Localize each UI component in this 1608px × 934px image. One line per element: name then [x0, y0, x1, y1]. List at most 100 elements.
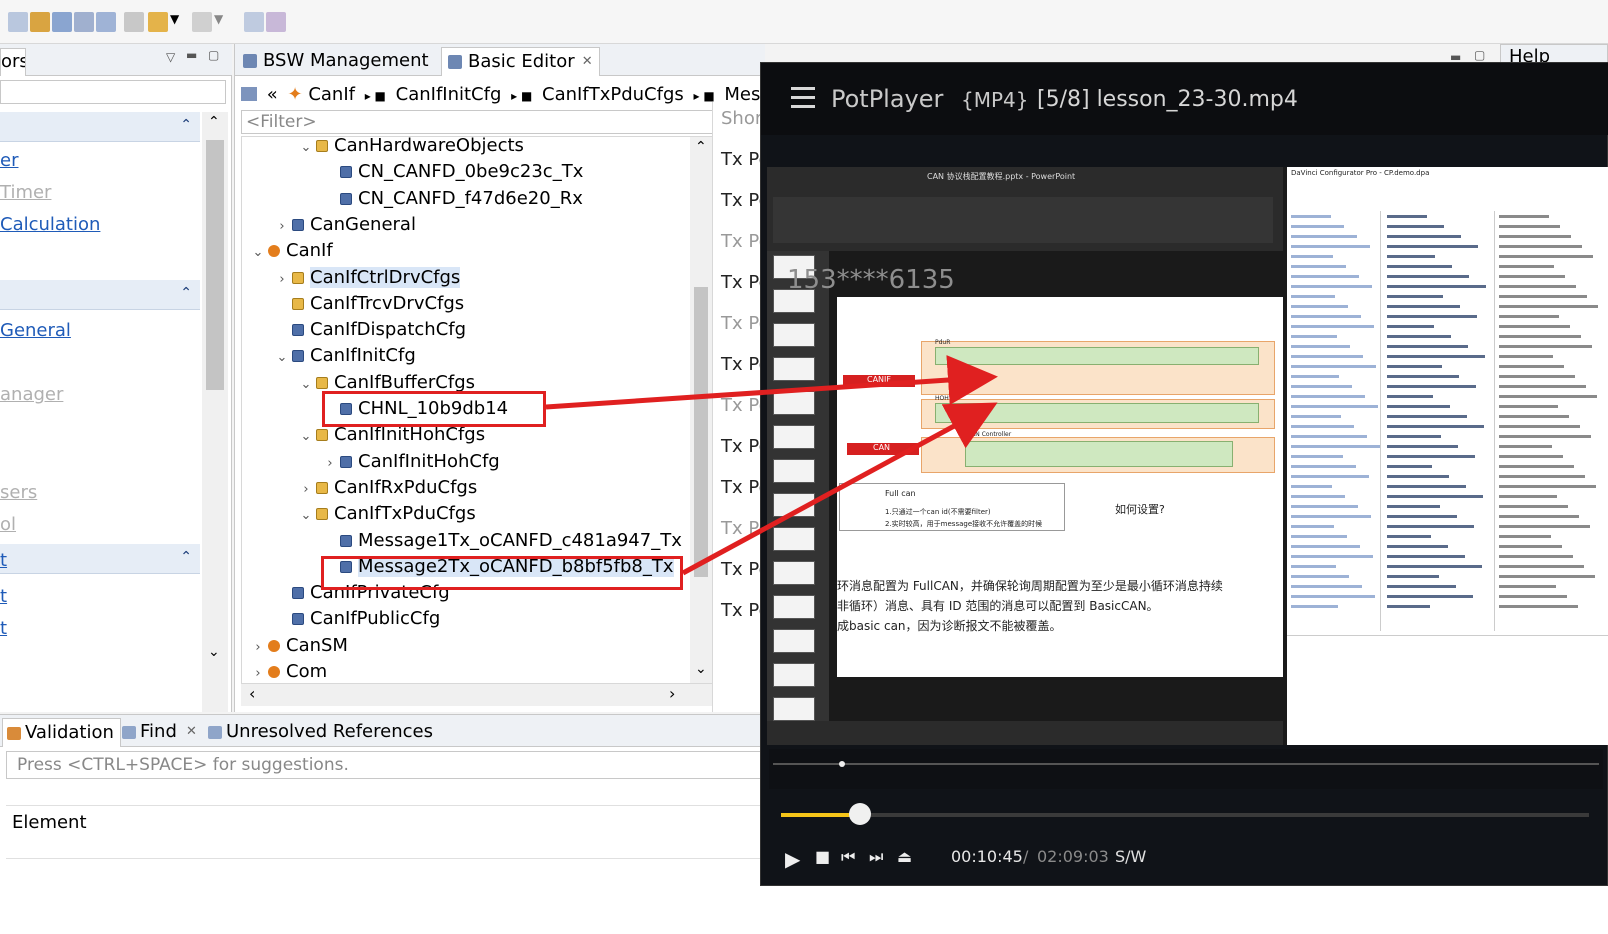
close-icon[interactable]: ✕: [582, 48, 593, 76]
slide-thumbnail[interactable]: [773, 629, 815, 653]
tree-node[interactable]: › CanGeneral: [272, 212, 416, 238]
tree-scrollbar[interactable]: ⌃ ⌄: [690, 137, 712, 683]
tree-filter-input[interactable]: <Filter>: [241, 110, 713, 134]
left-link[interactable]: sers: [0, 482, 37, 503]
close-icon[interactable]: ✕: [186, 718, 197, 746]
previous-icon[interactable]: ⏮: [841, 847, 855, 867]
menu-icon[interactable]: [791, 87, 815, 109]
format-icon[interactable]: [266, 12, 286, 32]
section-header[interactable]: ⌃: [0, 544, 200, 574]
left-scroll-thumb[interactable]: [206, 140, 224, 390]
minimize-icon[interactable]: ▬: [186, 48, 197, 62]
collapse-icon[interactable]: ›: [296, 477, 316, 503]
tab-validation[interactable]: Validation: [2, 718, 121, 747]
tree-node[interactable]: ⌄ CanIfInitCfg: [272, 343, 416, 369]
expand-icon[interactable]: ⌄: [272, 345, 292, 371]
save-icon[interactable]: [30, 12, 50, 32]
tree-node[interactable]: › CanIfCtrlDrvCfgs: [272, 265, 461, 293]
settings-icon[interactable]: [52, 12, 72, 32]
arrow-left-icon[interactable]: [148, 12, 168, 32]
scroll-up-icon[interactable]: ⌃: [695, 139, 707, 155]
view-menu-icon[interactable]: ▽: [166, 50, 175, 64]
left-link[interactable]: Calculation: [0, 214, 100, 235]
next-icon[interactable]: ⏭: [869, 847, 883, 867]
group-icon[interactable]: [96, 12, 116, 32]
left-link[interactable]: General: [0, 320, 71, 341]
tree-node[interactable]: ⌄ CanIf: [248, 238, 333, 264]
breadcrumb-item[interactable]: CanIfTxPduCfgs: [542, 84, 684, 105]
left-link[interactable]: anager: [0, 384, 63, 405]
suggestions-input[interactable]: Press <CTRL+SPACE> for suggestions.: [6, 751, 762, 779]
dropdown-icon[interactable]: ▼: [170, 12, 184, 32]
expand-icon[interactable]: ⌄: [296, 424, 316, 450]
progress-bar[interactable]: [781, 813, 1589, 817]
tab-unresolved-references[interactable]: Unresolved References: [204, 718, 433, 747]
slide-thumbnail[interactable]: [773, 663, 815, 687]
collapse-icon[interactable]: ›: [248, 635, 268, 661]
slide-thumbnail[interactable]: [773, 493, 815, 517]
tree-node[interactable]: ⌄ CanHardwareObjects: [296, 137, 524, 161]
tree-node[interactable]: CanIfDispatchCfg: [272, 317, 466, 343]
maximize-icon[interactable]: ▢: [1474, 48, 1485, 62]
tree-node[interactable]: CN_CANFD_f47d6e20_Rx: [320, 186, 583, 212]
left-search-input[interactable]: [0, 80, 226, 104]
collapse-icon[interactable]: ›: [248, 661, 268, 683]
left-link[interactable]: er: [0, 150, 18, 171]
left-link[interactable]: t: [0, 618, 7, 639]
tab-find[interactable]: Find ✕: [118, 718, 203, 747]
play-icon[interactable]: ▶: [785, 847, 800, 871]
dropdown-icon[interactable]: ▼: [214, 12, 228, 32]
slide-thumbnail[interactable]: [773, 391, 815, 415]
tree-node[interactable]: Message1Tx_oCANFD_c481a947_Tx: [320, 528, 682, 554]
left-link[interactable]: ol: [0, 514, 16, 535]
slide-thumbnail[interactable]: [773, 697, 815, 721]
collapse-icon[interactable]: ›: [320, 451, 340, 477]
collapse-icon[interactable]: ›: [272, 267, 292, 293]
expand-icon[interactable]: ⌄: [296, 372, 316, 398]
expand-icon[interactable]: ⌄: [296, 137, 316, 161]
nav-back-icon[interactable]: [124, 12, 144, 32]
slide-thumbnail[interactable]: [773, 527, 815, 551]
tree-node[interactable]: › CanIfInitHohCfg: [320, 449, 499, 477]
tree-node[interactable]: › CanIfRxPduCfgs: [296, 475, 477, 501]
tree-horizontal-scrollbar[interactable]: ‹ ›: [241, 684, 713, 706]
toolbar-icon[interactable]: [8, 12, 28, 32]
tree-node[interactable]: › CanSM: [248, 633, 348, 659]
tab-bsw-management[interactable]: BSW Management: [237, 47, 429, 76]
stop-icon[interactable]: ■: [815, 847, 830, 866]
eject-icon[interactable]: ⏏: [897, 847, 912, 866]
scroll-right-icon[interactable]: ›: [669, 684, 675, 703]
left-scrollbar[interactable]: ⌃ ⌄: [202, 112, 228, 712]
maximize-icon[interactable]: ▢: [208, 48, 219, 62]
left-link[interactable]: t: [0, 586, 7, 607]
left-tab[interactable]: ors: [0, 48, 26, 76]
scroll-down-icon[interactable]: ⌄: [208, 644, 220, 660]
hex-icon[interactable]: [244, 12, 264, 32]
slide-thumbnail[interactable]: [773, 595, 815, 619]
breadcrumb-back-icon[interactable]: «: [267, 84, 278, 105]
arrow-right-icon[interactable]: [192, 12, 212, 32]
breadcrumb-home-icon[interactable]: [241, 87, 257, 101]
tree-node[interactable]: ⌄ CanIfTxPduCfgs: [296, 501, 476, 527]
slide-thumbnail[interactable]: [773, 323, 815, 347]
left-link[interactable]: t: [0, 550, 7, 571]
breadcrumb-item[interactable]: CanIfInitCfg: [396, 84, 502, 105]
collapse-icon[interactable]: ⌃: [180, 285, 192, 301]
section-header[interactable]: ⌃: [0, 112, 200, 142]
slide-thumbnail[interactable]: [773, 561, 815, 585]
expand-icon[interactable]: ⌄: [296, 503, 316, 529]
scroll-left-icon[interactable]: ‹: [249, 684, 255, 703]
collapse-icon[interactable]: ⌃: [180, 117, 192, 133]
slide-thumbnail[interactable]: [773, 459, 815, 483]
scroll-down-icon[interactable]: ⌄: [695, 661, 707, 677]
expand-icon[interactable]: ⌄: [248, 240, 268, 266]
progress-knob[interactable]: [849, 803, 871, 825]
scroll-up-icon[interactable]: ⌃: [208, 114, 220, 130]
tree-node[interactable]: › Com: [248, 659, 327, 683]
collapse-icon[interactable]: ⌃: [180, 549, 192, 565]
slide-thumbnail[interactable]: [773, 357, 815, 381]
video-frame[interactable]: CAN 协议栈配置教程.pptx - PowerPoint CANIF CAN …: [767, 167, 1608, 745]
tree-node[interactable]: CanIfTrcvDrvCfgs: [272, 291, 464, 317]
tree-node[interactable]: CanIfPublicCfg: [272, 606, 440, 632]
collapse-icon[interactable]: ›: [272, 214, 292, 240]
